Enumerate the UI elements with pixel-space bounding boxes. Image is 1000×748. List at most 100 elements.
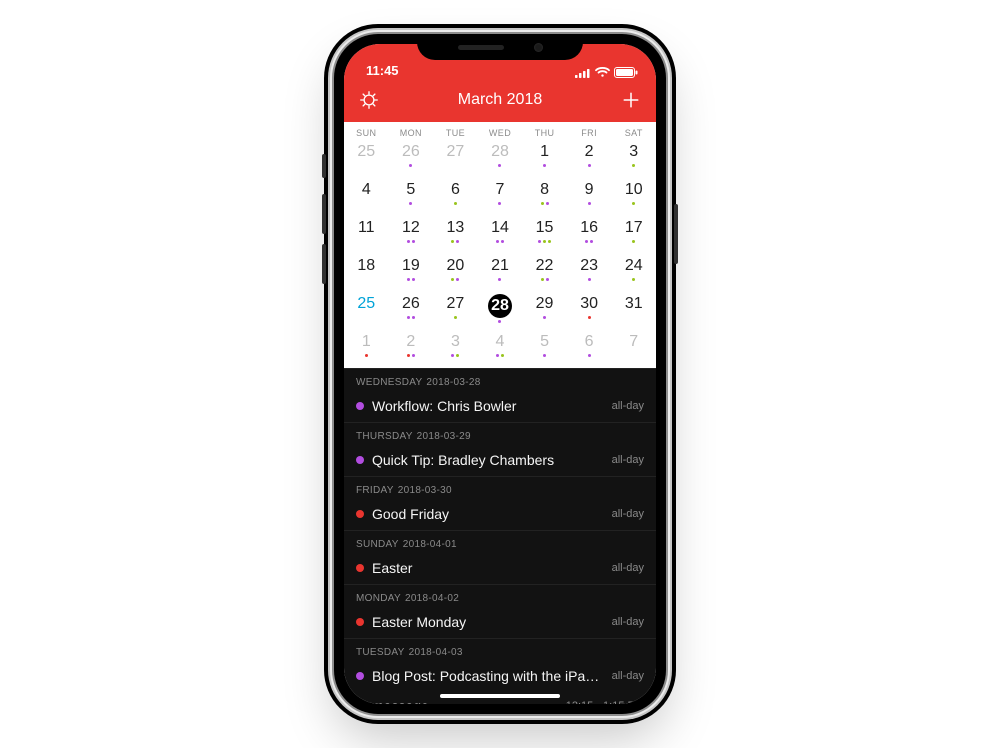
power-button xyxy=(674,204,678,264)
agenda-event[interactable]: Easterall-day xyxy=(344,554,656,584)
event-dots xyxy=(498,164,501,169)
day-cell[interactable]: 1 xyxy=(522,140,567,178)
day-cell[interactable]: 27 xyxy=(433,140,478,178)
event-title: Good Friday xyxy=(372,506,604,522)
day-cell[interactable]: 19 xyxy=(389,254,434,292)
event-dots xyxy=(588,278,591,283)
event-dot xyxy=(541,278,544,281)
section-dow: FRIDAY xyxy=(356,485,394,496)
day-cell[interactable]: 29 xyxy=(522,292,567,330)
day-cell[interactable]: 28 xyxy=(478,140,523,178)
day-number: 8 xyxy=(540,180,549,200)
day-cell[interactable]: 28 xyxy=(478,292,523,330)
day-number: 19 xyxy=(402,256,420,276)
day-cell[interactable]: 25 xyxy=(344,140,389,178)
day-cell[interactable]: 24 xyxy=(611,254,656,292)
day-cell[interactable]: 6 xyxy=(567,330,612,368)
agenda-event[interactable]: Easter Mondayall-day xyxy=(344,608,656,638)
event-dots xyxy=(498,278,501,283)
section-dow: THURSDAY xyxy=(356,431,413,442)
event-color-dot xyxy=(356,564,364,572)
day-cell[interactable]: 18 xyxy=(344,254,389,292)
day-number: 5 xyxy=(406,180,415,200)
day-cell[interactable]: 5 xyxy=(389,178,434,216)
day-number: 30 xyxy=(580,294,598,314)
event-title: Easter xyxy=(372,560,604,576)
event-dot xyxy=(548,240,551,243)
cellular-icon xyxy=(575,68,591,78)
day-number: 27 xyxy=(447,142,465,162)
day-cell[interactable]: 6 xyxy=(433,178,478,216)
day-number: 26 xyxy=(402,294,420,314)
weekday-label: FRI xyxy=(567,128,612,138)
event-dot xyxy=(412,278,415,281)
day-number: 9 xyxy=(585,180,594,200)
day-number: 25 xyxy=(357,294,375,314)
day-cell[interactable]: 27 xyxy=(433,292,478,330)
day-cell[interactable]: 26 xyxy=(389,140,434,178)
day-number: 12 xyxy=(402,218,420,238)
agenda-event[interactable]: Quick Tip: Bradley Chambersall-day xyxy=(344,446,656,476)
day-cell[interactable]: 2 xyxy=(567,140,612,178)
event-dot xyxy=(538,240,541,243)
day-cell[interactable]: 25 xyxy=(344,292,389,330)
day-cell[interactable]: 9 xyxy=(567,178,612,216)
day-cell[interactable]: 21 xyxy=(478,254,523,292)
day-cell[interactable]: 31 xyxy=(611,292,656,330)
day-cell[interactable]: 4 xyxy=(344,178,389,216)
day-cell[interactable]: 30 xyxy=(567,292,612,330)
day-number: 28 xyxy=(488,294,512,318)
event-time: 12:15 - 1:15 PM xyxy=(566,700,644,704)
navbar-title[interactable]: March 2018 xyxy=(458,91,543,109)
day-cell[interactable]: 5 xyxy=(522,330,567,368)
event-dot xyxy=(496,240,499,243)
agenda-event[interactable]: Workflow: Chris Bowlerall-day xyxy=(344,392,656,422)
agenda-event[interactable]: Good Fridayall-day xyxy=(344,500,656,530)
weekday-label: WED xyxy=(478,128,523,138)
event-dot xyxy=(456,278,459,281)
event-dots xyxy=(498,320,501,325)
day-cell[interactable]: 2 xyxy=(389,330,434,368)
day-cell[interactable]: 22 xyxy=(522,254,567,292)
day-cell[interactable]: 11 xyxy=(344,216,389,254)
day-cell[interactable]: 10 xyxy=(611,178,656,216)
event-dots xyxy=(496,354,504,359)
day-cell[interactable]: 3 xyxy=(611,140,656,178)
event-dot xyxy=(501,240,504,243)
day-cell[interactable]: 1 xyxy=(344,330,389,368)
day-cell[interactable]: 7 xyxy=(611,330,656,368)
day-cell[interactable]: 15 xyxy=(522,216,567,254)
agenda-event[interactable]: Blog Post: Podcasting with the iPad...al… xyxy=(344,662,656,692)
day-number: 2 xyxy=(406,332,415,352)
day-number: 14 xyxy=(491,218,509,238)
event-dot xyxy=(412,240,415,243)
day-cell[interactable]: 20 xyxy=(433,254,478,292)
day-cell[interactable]: 16 xyxy=(567,216,612,254)
day-cell[interactable]: 4 xyxy=(478,330,523,368)
day-cell[interactable]: 3 xyxy=(433,330,478,368)
event-title: Easter Monday xyxy=(372,614,604,630)
settings-button[interactable] xyxy=(358,89,380,111)
event-dot xyxy=(409,164,412,167)
section-dow: SUNDAY xyxy=(356,539,399,550)
day-cell[interactable]: 12 xyxy=(389,216,434,254)
agenda-list[interactable]: WEDNESDAY2018-03-28Workflow: Chris Bowle… xyxy=(344,368,656,704)
day-cell[interactable]: 23 xyxy=(567,254,612,292)
day-cell[interactable]: 7 xyxy=(478,178,523,216)
add-event-button[interactable] xyxy=(620,89,642,111)
day-number: 1 xyxy=(362,332,371,352)
event-time: all-day xyxy=(612,400,644,412)
navbar: March 2018 xyxy=(344,80,656,122)
day-cell[interactable]: 26 xyxy=(389,292,434,330)
home-indicator[interactable] xyxy=(440,694,560,698)
day-cell[interactable]: 17 xyxy=(611,216,656,254)
day-cell[interactable]: 13 xyxy=(433,216,478,254)
day-number: 26 xyxy=(402,142,420,162)
event-dot xyxy=(585,240,588,243)
event-dot xyxy=(456,354,459,357)
day-cell[interactable]: 14 xyxy=(478,216,523,254)
section-dow: MONDAY xyxy=(356,593,401,604)
day-number: 18 xyxy=(357,256,375,276)
day-cell[interactable]: 8 xyxy=(522,178,567,216)
event-dots xyxy=(543,316,546,321)
